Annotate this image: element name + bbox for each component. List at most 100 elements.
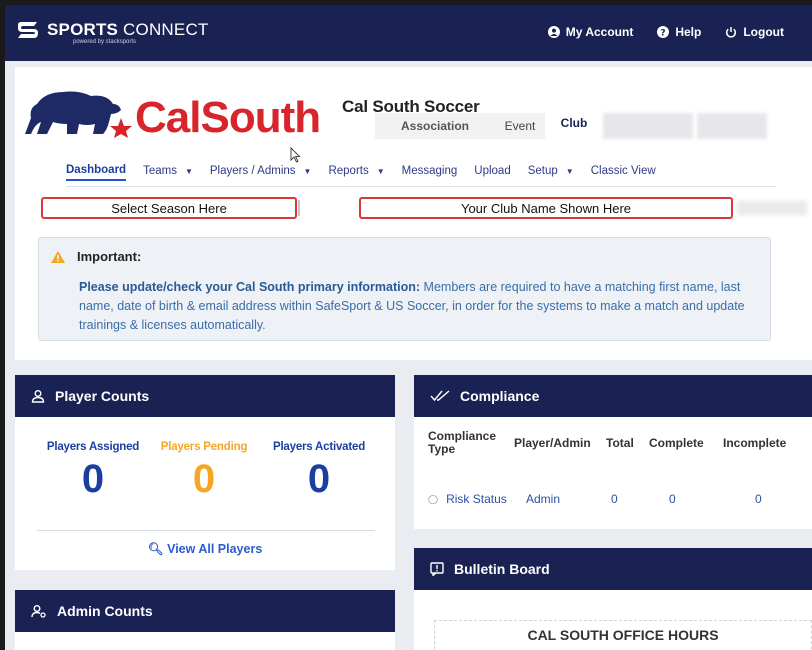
club-name-display: Your Club Name Shown Here [359,197,733,219]
help-link[interactable]: ? Help [657,25,701,39]
admin-user-icon [31,605,46,618]
message-alert-icon [430,562,444,576]
divider [37,530,375,531]
compliance-table: Compliance Type Player/Admin Total Compl… [414,417,812,529]
players-pending-stat[interactable]: Players Pending 0 [159,441,249,502]
double-check-icon [430,390,450,402]
alert-title: Important: [51,249,141,264]
season-select[interactable]: Select Season Here [41,197,297,219]
logout-link[interactable]: Logout [725,25,784,39]
caret-down-icon: ▼ [565,166,574,176]
players-activated-stat[interactable]: Players Activated 0 [269,441,369,502]
subnav-label: Teams [143,165,177,177]
brand-light: CONNECT [123,20,209,39]
alert-title-text: Important: [77,249,142,264]
subnav-players-admins[interactable]: Players / Admins ▼ [210,161,312,181]
alert-bold-text: Please update/check your Cal South prima… [79,280,421,294]
my-account-link[interactable]: My Account [547,25,634,39]
subnav-dashboard[interactable]: Dashboard [66,161,127,181]
calsouth-logo: CalSouth [25,91,321,138]
players-assigned-value: 0 [81,457,105,501]
sub-navigation: Dashboard Teams ▼ Players / Admins ▼ Repor… [66,161,776,187]
column-header: Total [606,435,634,450]
power-icon [726,27,737,38]
search-icon: 🔍︎ [147,542,164,556]
subnav-teams[interactable]: Teams ▼ [143,161,193,181]
subnav-setup[interactable]: Setup ▼ [528,161,574,181]
svg-text:?: ? [661,28,666,38]
column-header: Player/Admin [514,435,591,450]
compliance-header: Compliance [414,375,812,417]
caret-down-icon: ▼ [376,166,385,176]
caret-down-icon: ▼ [303,166,312,176]
subnav-reports[interactable]: Reports ▼ [328,161,384,181]
account-icon [547,26,560,38]
help-icon: ? [657,26,670,38]
subnav-label: Messaging [401,165,458,177]
view-all-players-label: View All Players [167,542,263,556]
logout-label: Logout [743,25,784,39]
redacted-field [737,201,807,215]
subnav-label: Classic View [590,165,656,177]
players-pending-label: Players Pending [160,441,248,453]
column-header: Complete [649,435,704,450]
players-activated-label: Players Activated [272,441,366,453]
tab-club[interactable]: Club [545,107,603,139]
incomplete-cell: 0 [755,492,762,506]
compliance-type-text: Risk Status [446,492,507,506]
shield-icon: ◯ [428,493,439,504]
my-account-label: My Account [565,25,634,39]
complete-cell: 0 [669,492,676,506]
help-label: Help [675,25,702,39]
select-divider [298,200,300,216]
tab-redacted[interactable] [603,113,693,139]
bulletin-board-card: Bulletin Board CAL SOUTH OFFICE HOURS [414,548,812,650]
admin-counts-title: Admin Counts [57,603,153,619]
tab-event[interactable]: Event [495,113,545,139]
season-select-label: Select Season Here [111,200,227,216]
table-header-row: Compliance Type Player/Admin Total Compl… [414,417,812,469]
app-frame: SPORTS CONNECT powered by stacksports My… [5,5,812,650]
players-assigned-label: Players Assigned [46,441,140,453]
tab-bar: Association Event Club [375,105,767,139]
warning-icon [51,250,65,263]
subnav-label: Reports [328,165,369,177]
total-cell: 0 [611,492,618,506]
subnav-messaging[interactable]: Messaging [402,161,458,181]
bulletin-board-header: Bulletin Board [414,548,812,590]
calsouth-logo-text: CalSouth [135,93,320,138]
person-icon [31,390,45,403]
players-activated-value: 0 [307,457,331,501]
players-assigned-stat[interactable]: Players Assigned 0 [45,441,141,502]
player-counts-title: Player Counts [55,388,150,404]
top-nav: My Account ? Help Logout [524,25,784,39]
subnav-label: Dashboard [66,164,127,176]
tab-redacted[interactable] [697,113,767,139]
players-pending-value: 0 [192,457,216,501]
sports-connect-logo-icon [18,22,38,38]
subnav-classic-view[interactable]: Classic View [591,161,656,181]
tab-association[interactable]: Association [375,113,495,139]
player-admin-cell: Admin [526,492,561,506]
alert-body: Please update/check your Cal South prima… [79,278,759,335]
caret-down-icon: ▼ [184,166,193,176]
bulletin-notice: CAL SOUTH OFFICE HOURS [434,620,812,650]
sports-connect-logo[interactable]: SPORTS CONNECT [15,20,209,40]
player-counts-header: Player Counts [15,375,395,417]
subnav-label: Upload [474,165,511,177]
table-row[interactable]: ◯ Risk Status Admin 0 0 0 [414,469,812,529]
subnav-upload[interactable]: Upload [474,161,510,181]
admin-counts-card: Admin Counts [15,590,395,650]
compliance-title: Compliance [460,388,540,404]
column-header: Incomplete [723,435,787,450]
club-name-label: Your Club Name Shown Here [460,200,632,216]
bulletin-board-title: Bulletin Board [454,561,550,577]
column-header: Compliance Type [428,429,497,456]
view-all-players-link[interactable]: 🔍︎ View All Players [15,542,395,557]
subnav-label: Setup [527,165,558,177]
compliance-card: Compliance Compliance Type Player/Admin … [414,375,812,529]
brand-bold: SPORTS [47,20,119,39]
player-counts-card: Player Counts Players Assigned 0 Players… [15,375,395,570]
header-panel: CalSouth Cal South Soccer Association Ev… [15,67,812,360]
top-navbar: SPORTS CONNECT powered by stacksports My… [5,5,812,61]
